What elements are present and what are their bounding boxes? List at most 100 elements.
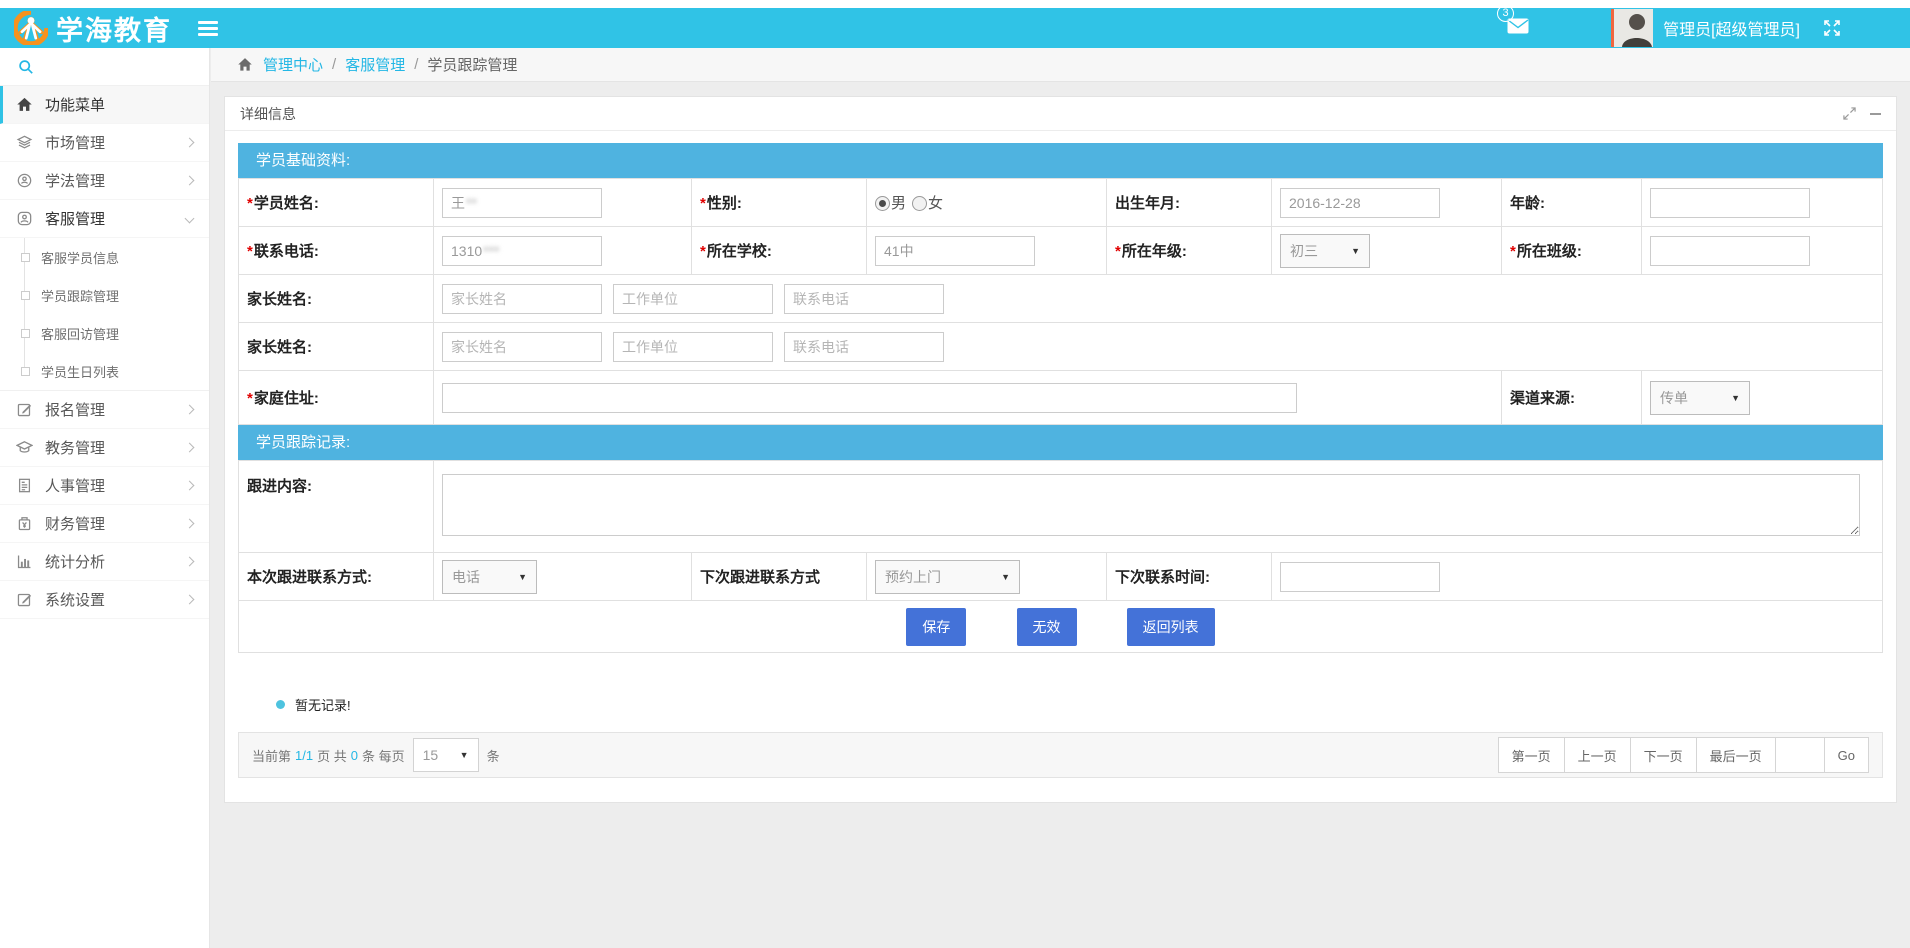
parent2-phone-field[interactable] [784,332,944,362]
brand-title: 学海教育 [56,9,172,48]
save-button[interactable]: 保存 [906,608,966,646]
age-field[interactable] [1650,188,1810,218]
bar-chart-icon [16,553,33,570]
settings-edit-icon [16,591,33,608]
parent2-name-field[interactable] [442,332,602,362]
last-page-button[interactable]: 最后一页 [1696,737,1776,773]
sub-item-label: 学员生日列表 [41,362,119,381]
sidebar-item-hr[interactable]: 人事管理 [0,467,209,505]
customer-service-submenu: 客服学员信息 学员跟踪管理 客服回访管理 学员生日列表 [0,238,209,391]
sidebar-item-settings[interactable]: 系统设置 [0,581,209,619]
student-name-redacted: ** [466,195,477,211]
detail-panel: 详细信息 学员基础资料: [224,96,1897,803]
breadcrumb: 管理中心 / 客服管理 / 学员跟踪管理 [211,48,1910,82]
sidebar-search[interactable] [0,48,209,86]
caret-down-icon: ▼ [1351,246,1360,256]
phone-field[interactable]: 1310 *** [442,236,602,266]
chevron-down-icon [185,214,195,224]
sidebar-subitem-student-info[interactable]: 客服学员信息 [0,238,209,276]
search-input[interactable] [42,59,182,74]
sidebar-item-label: 财务管理 [45,513,105,534]
sidebar-item-signup[interactable]: 报名管理 [0,391,209,429]
goto-page-input[interactable] [1775,737,1825,773]
this-contact-label: 本次跟进联系方式: [239,553,434,601]
parent1-phone-field[interactable] [784,284,944,314]
phone-redacted: *** [483,243,499,259]
student-name-label: *学员姓名: [239,179,434,227]
topbar: 学海教育 3 管理员[超级管理员] [0,8,1910,48]
panel-title: 详细信息 [240,104,296,124]
student-name-field[interactable]: 王 ** [442,188,602,218]
grade-select[interactable]: 初三 ▼ [1280,234,1370,268]
channel-select[interactable]: 传单 ▼ [1650,381,1750,415]
breadcrumb-link-admin-center[interactable]: 管理中心 [263,54,323,75]
chevron-right-icon [185,405,195,415]
sidebar-item-academic[interactable]: 教务管理 [0,429,209,467]
sidebar-item-function-menu[interactable]: 功能菜单 [0,86,209,124]
this-contact-select[interactable]: 电话 ▼ [442,560,537,594]
graduation-cap-icon [16,439,33,456]
address-field[interactable] [442,383,1297,413]
tracking-table: 跟进内容: 本次跟进联系方式: 电话 ▼ 下次跟进联系方式 [238,460,1883,653]
expand-icon[interactable] [1843,107,1856,120]
breadcrumb-home-icon[interactable] [237,57,253,72]
sidebar-subitem-student-tracking[interactable]: 学员跟踪管理 [0,276,209,314]
gender-label: *性别: [692,179,867,227]
chevron-right-icon [185,519,195,529]
school-field[interactable] [875,236,1035,266]
parent2-label: 家长姓名: [239,323,434,371]
age-label: 年龄: [1502,179,1642,227]
first-page-button[interactable]: 第一页 [1498,737,1565,773]
sidebar-item-finance[interactable]: 财务管理 [0,505,209,543]
empty-message-text: 暂无记录! [295,695,351,714]
this-contact-selected-value: 电话 [452,567,480,587]
table-row: 家长姓名: [239,275,1883,323]
sidebar-item-statistics[interactable]: 统计分析 [0,543,209,581]
per-page-select[interactable]: 15 ▼ [413,738,479,772]
chevron-right-icon [185,595,195,605]
table-row: 保存 无效 返回列表 [239,601,1883,653]
table-row: 跟进内容: [239,461,1883,553]
gender-radio-male[interactable] [875,196,890,211]
user-icon [16,210,33,227]
back-to-list-button[interactable]: 返回列表 [1127,608,1215,646]
breadcrumb-link-customer-service[interactable]: 客服管理 [345,54,405,75]
parent1-workplace-field[interactable] [613,284,773,314]
go-button[interactable]: Go [1824,737,1869,773]
parent2-workplace-field[interactable] [613,332,773,362]
sidebar-item-study[interactable]: 学法管理 [0,162,209,200]
messages-button[interactable]: 3 [1507,18,1529,39]
channel-label: 渠道来源: [1502,371,1642,425]
next-time-field[interactable] [1280,562,1440,592]
channel-selected-value: 传单 [1660,388,1688,408]
fullscreen-icon[interactable] [1822,18,1842,38]
top-strip [0,0,1910,8]
hamburger-menu-icon[interactable] [198,18,218,39]
admin-user-menu[interactable]: 管理员[超级管理员] [1663,16,1800,40]
next-contact-label: 下次跟进联系方式 [692,553,867,601]
sidebar-subitem-callback-management[interactable]: 客服回访管理 [0,314,209,352]
collapse-icon[interactable] [1870,113,1881,115]
next-page-button[interactable]: 下一页 [1630,737,1697,773]
class-field[interactable] [1650,236,1810,266]
avatar[interactable] [1611,9,1653,47]
sidebar-item-label: 客服管理 [45,208,105,229]
invalid-button[interactable]: 无效 [1017,608,1077,646]
table-row: *家庭住址: 渠道来源: 传单 ▼ [239,371,1883,425]
birth-date-field[interactable] [1280,188,1440,218]
sidebar-subitem-birthday-list[interactable]: 学员生日列表 [0,352,209,390]
logo[interactable]: 学海教育 [0,9,172,48]
next-contact-selected-value: 预约上门 [885,567,941,587]
pagination-page: 1/1 [295,748,313,763]
prev-page-button[interactable]: 上一页 [1564,737,1631,773]
parent1-name-field[interactable] [442,284,602,314]
sidebar-item-customer-service[interactable]: 客服管理 [0,200,209,238]
student-name-value: 王 [451,193,465,213]
pagination-info: 页 共 [317,746,347,765]
follow-content-textarea[interactable] [442,474,1860,536]
next-contact-select[interactable]: 预约上门 ▼ [875,560,1020,594]
gender-radio-female[interactable] [912,196,927,211]
search-icon[interactable] [18,59,34,75]
next-time-label: 下次联系时间: [1107,553,1272,601]
sidebar-item-market[interactable]: 市场管理 [0,124,209,162]
